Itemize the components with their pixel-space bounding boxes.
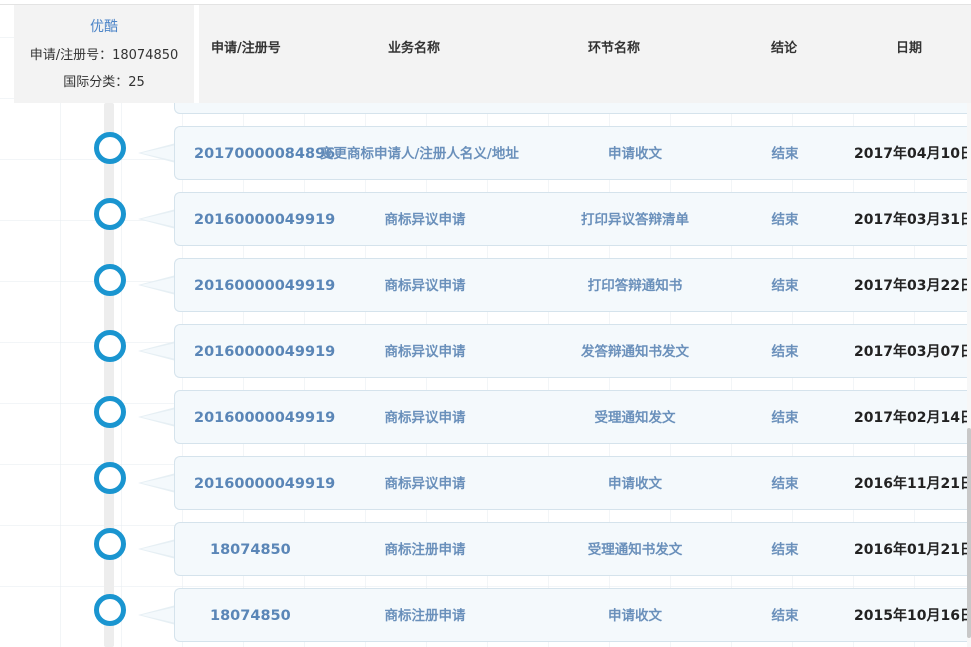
record-card[interactable]: 20160000049919 商标异议申请 申请收文 结束 2016年11月21日 (174, 456, 971, 510)
record-card[interactable]: 20160000049919 商标异议申请 受理通知发文 结束 2017年02月14日 (174, 390, 971, 444)
card-pointer-fill (141, 277, 176, 293)
record-card[interactable]: 18074850 商标注册申请 受理通知书发文 结束 2016年01月21日 (174, 522, 971, 576)
record-step: 申请收文 (608, 476, 662, 492)
record-card[interactable]: 18074850 商标注册申请 申请收文 结束 2015年10月16日 (174, 588, 971, 642)
card-pointer-fill (141, 541, 176, 557)
record-business: 商标异议申请 (384, 344, 466, 360)
record-result: 结束 (771, 410, 799, 426)
record-reg-no[interactable]: 20160000049919 (194, 391, 335, 445)
record-business: 商标异议申请 (384, 410, 466, 426)
record-card[interactable]: 20160000049919 商标异议申请 发答辩通知书发文 结束 2017年03月07… (174, 324, 971, 378)
record-business: 商标注册申请 (384, 608, 466, 624)
record-result: 结束 (771, 542, 799, 558)
record-date: 2016年01月21日 (854, 542, 971, 558)
timeline-records: 20170000084896 变更商标申请人/注册人名义/地址 申请收文 结束 2017… (0, 0, 971, 647)
record-date: 2017年03月22日 (854, 278, 971, 294)
timeline-node (94, 462, 126, 494)
timeline-node (94, 594, 126, 626)
record-result: 结束 (771, 344, 799, 360)
timeline-node (94, 528, 126, 560)
record-date: 2015年10月16日 (854, 608, 971, 624)
card-pointer-fill (141, 409, 176, 425)
record-business: 商标异议申请 (384, 476, 466, 492)
record-reg-no[interactable]: 20160000049919 (194, 259, 335, 313)
record-step: 发答辩通知书发文 (581, 344, 689, 360)
record-date: 2017年04月10日 (854, 146, 971, 162)
record-result: 结束 (771, 608, 799, 624)
record-date: 2017年03月07日 (854, 344, 971, 360)
record-reg-no[interactable]: 18074850 (210, 523, 291, 577)
record-card[interactable]: 20160000049919 商标异议申请 打印答辩通知书 结束 2017年03月22日 (174, 258, 971, 312)
scrollbar-thumb[interactable] (967, 428, 971, 638)
record-business: 商标异议申请 (384, 278, 466, 294)
timeline-node (94, 330, 126, 362)
record-card[interactable]: 20170000084896 变更商标申请人/注册人名义/地址 申请收文 结束 2017… (174, 126, 971, 180)
record-step: 申请收文 (608, 608, 662, 624)
record-step: 打印异议答辩清单 (581, 212, 689, 228)
record-step: 打印答辩通知书 (587, 278, 683, 294)
record-reg-no[interactable]: 18074850 (210, 589, 291, 643)
record-date: 2016年11月21日 (854, 476, 971, 492)
card-pointer-fill (141, 607, 176, 623)
record-result: 结束 (771, 146, 799, 162)
card-pointer-fill (141, 145, 176, 161)
record-result: 结束 (771, 476, 799, 492)
record-business: 商标异议申请 (384, 212, 466, 228)
record-card[interactable]: 20160000049919 商标异议申请 打印异议答辩清单 结束 2017年03月31… (174, 192, 971, 246)
record-step: 申请收文 (608, 146, 662, 162)
record-date: 2017年02月14日 (854, 410, 971, 426)
record-reg-no[interactable]: 20170000084896 (194, 127, 335, 181)
record-reg-no[interactable]: 20160000049919 (194, 457, 335, 511)
record-reg-no[interactable]: 20160000049919 (194, 325, 335, 379)
card-pointer-fill (141, 211, 176, 227)
record-step: 受理通知书发文 (587, 542, 683, 558)
record-business: 变更商标申请人/注册人名义/地址 (320, 146, 519, 162)
record-result: 结束 (771, 278, 799, 294)
timeline-node (94, 132, 126, 164)
record-date: 2017年03月31日 (854, 212, 971, 228)
timeline-node (94, 198, 126, 230)
record-reg-no[interactable]: 20160000049919 (194, 193, 335, 247)
card-pointer-fill (141, 475, 176, 491)
timeline-node (94, 396, 126, 428)
card-pointer-fill (141, 343, 176, 359)
timeline-node (94, 264, 126, 296)
record-business: 商标注册申请 (384, 542, 466, 558)
record-result: 结束 (771, 212, 799, 228)
record-step: 受理通知发文 (594, 410, 676, 426)
